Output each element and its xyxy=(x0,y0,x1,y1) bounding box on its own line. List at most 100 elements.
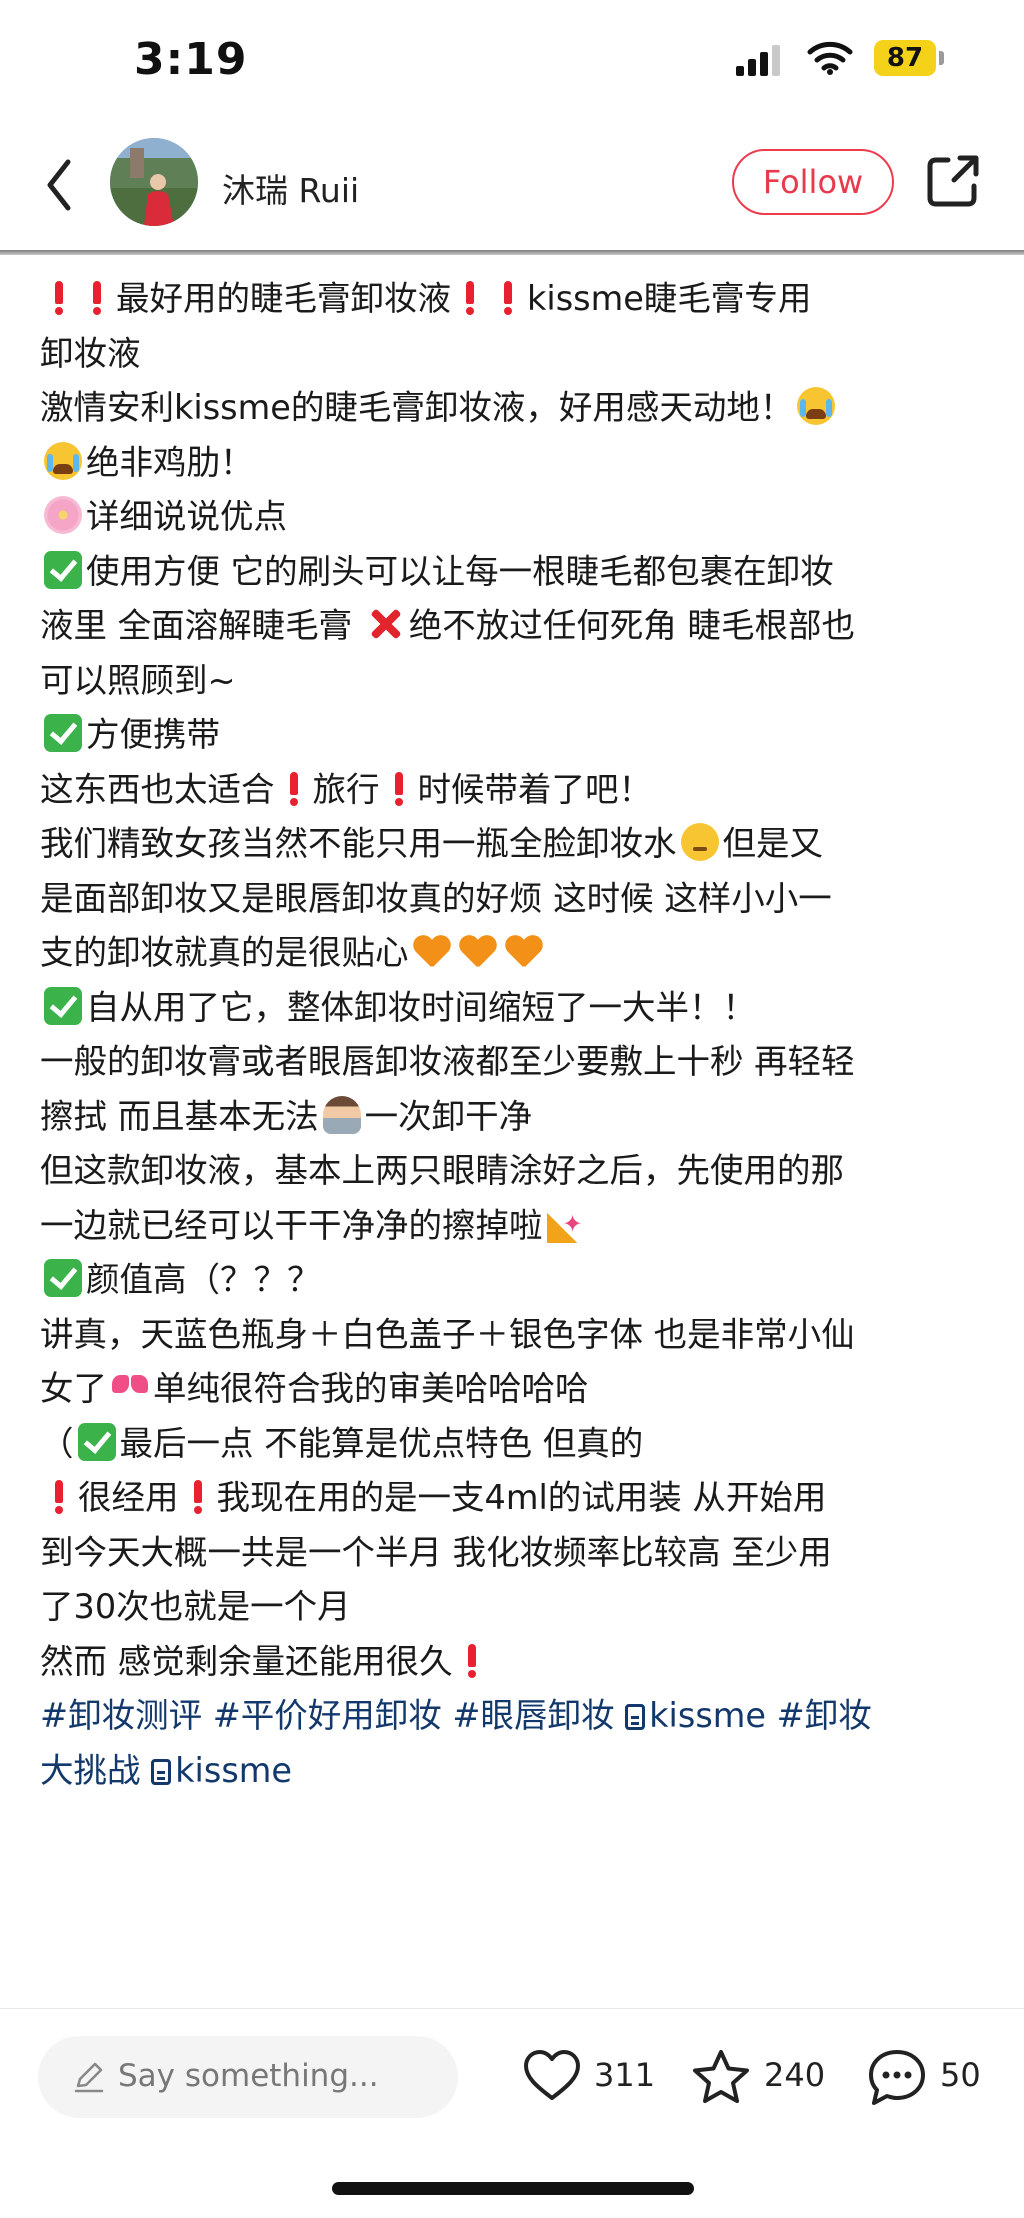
post-text-line: 到今天大概一共是一个半月 我化妆频率比较高 至少用 xyxy=(40,1526,992,1581)
post-text-segment: 一次卸干净 xyxy=(364,1096,533,1136)
crying-face-icon xyxy=(797,387,836,425)
red-exclamation-icon xyxy=(459,278,481,316)
battery-tip xyxy=(939,51,944,65)
post-text-line[interactable]: #卸妆测评 #平价好用卸妆 #眼唇卸妆 kissme #卸妆 xyxy=(40,1689,992,1744)
comment-count: 50 xyxy=(940,2056,981,2094)
thinking-face-icon xyxy=(680,823,719,861)
comment-button[interactable]: 50 xyxy=(866,2042,996,2112)
check-mark-icon xyxy=(44,1259,82,1297)
post-text-line: 讲真，天蓝色瓶身＋白色盖子＋银色字体 也是非常小仙 xyxy=(40,1308,992,1363)
post-text-segment: kissme睫毛膏专用 xyxy=(527,279,812,318)
post-text-segment: 单纯很符合我的审美哈哈哈哈 xyxy=(153,1369,589,1408)
orange-heart-icon xyxy=(459,932,497,970)
back-arrow-icon[interactable] xyxy=(38,150,82,220)
post-text-segment: 女了 xyxy=(40,1369,107,1408)
post-text-line: 一般的卸妆膏或者眼唇卸妆液都至少要敷上十秒 再轻轻 xyxy=(40,1035,992,1090)
post-text-line: 这东西也太适合 旅行 时候带着了吧！ xyxy=(40,763,992,818)
post-text-line: （ 最后一点 不能算是优点特色 但真的 xyxy=(40,1417,992,1472)
red-exclamation-icon xyxy=(388,769,410,807)
post-text-segment: #卸妆测评 #平价好用卸妆 #眼唇卸妆 xyxy=(40,1696,626,1735)
post-text-line: 是面部卸妆又是眼唇卸妆真的好烦 这时候 这样小小一 xyxy=(40,872,992,927)
comment-input[interactable]: Say something... xyxy=(38,2036,458,2118)
post-text-line: 可以照顾到~ xyxy=(40,654,992,709)
post-text-segment: 激情安利kissme的睫毛膏卸妆液，好用感天动地！ xyxy=(40,388,794,427)
post-text-line: 了30次也就是一个月 xyxy=(40,1580,992,1635)
post-text-segment: 使用方便 它的刷头可以让每一根睫毛都包裹在卸妆 xyxy=(86,551,834,591)
post-text-segment: 自从用了它，整体卸妆时间缩短了一大半！！ xyxy=(86,987,756,1027)
post-text-line: 方便携带 xyxy=(40,708,992,763)
post-text-line: 最好用的睫毛膏卸妆液 kissme睫毛膏专用 xyxy=(40,272,992,327)
post-text-line: 颜值高（？？？ xyxy=(40,1253,992,1308)
heart-icon xyxy=(524,2050,580,2100)
post-text-line: 自从用了它，整体卸妆时间缩短了一大半！！ xyxy=(40,981,992,1036)
post-text-segment: 大挑战 xyxy=(40,1750,152,1790)
battery-level: 87 xyxy=(886,43,924,73)
party-popper-icon xyxy=(546,1197,585,1251)
post-text-segment: 这东西也太适合 xyxy=(40,769,275,809)
post-text-segment: 到今天大概一共是一个半月 我化妆频率比较高 至少用 xyxy=(40,1532,832,1572)
post-text-segment: 绝非鸡肋！ xyxy=(86,442,254,482)
post-text-segment: 是面部卸妆又是眼唇卸妆真的好烦 这时候 这样小小一 xyxy=(40,878,832,918)
red-exclamation-icon xyxy=(283,769,305,807)
author-avatar[interactable] xyxy=(110,138,198,226)
post-text-segment: 一般的卸妆膏或者眼唇卸妆液都至少要敷上十秒 再轻轻 xyxy=(40,1042,855,1081)
post-text-segment: （ xyxy=(40,1423,74,1463)
post-text-segment: 我现在用的是一支4ml的试用装 从开始用 xyxy=(216,1478,827,1517)
bottom-divider xyxy=(0,2008,1024,2009)
post-text-line[interactable]: 大挑战 kissme xyxy=(40,1744,992,1799)
topic-icon xyxy=(151,1758,172,1785)
post-header: 沐瑞 Ruii Follow xyxy=(0,130,1024,250)
ribbon-icon xyxy=(111,1368,149,1406)
cherry-blossom-icon xyxy=(44,496,82,534)
orange-heart-icon xyxy=(505,932,543,970)
post-text-segment: 我们精致女孩当然不能只用一瓶全脸卸妆水 xyxy=(40,824,677,863)
post-text-segment: 详细说说优点 xyxy=(86,497,287,536)
post-text-segment: 讲真，天蓝色瓶身＋白色盖子＋银色字体 也是非常小仙 xyxy=(40,1314,855,1354)
collect-button[interactable]: 240 xyxy=(690,2042,830,2112)
post-text-line: 绝非鸡肋！ xyxy=(40,436,992,491)
post-text-segment: 时候带着了吧！ xyxy=(417,769,653,809)
post-text-line: 卸妆液 xyxy=(40,327,992,382)
post-text-segment: 绝不放过任何死角 睫毛根部也 xyxy=(408,606,855,645)
post-text-segment: 很经用 xyxy=(78,1478,179,1517)
red-exclamation-icon xyxy=(48,1477,70,1515)
header-divider xyxy=(0,250,1024,255)
post-text-segment: 旅行 xyxy=(312,769,380,809)
post-text-line: 擦拭 而且基本无法 一次卸干净 xyxy=(40,1090,992,1145)
post-text-line: 一边就已经可以干干净净的擦掉啦 xyxy=(40,1197,992,1254)
like-button[interactable]: 311 xyxy=(522,2042,656,2112)
post-text-line: 使用方便 它的刷头可以让每一根睫毛都包裹在卸妆 xyxy=(40,545,992,600)
comment-placeholder: Say something... xyxy=(118,2058,379,2094)
post-text-segment: 颜值高（？？？ xyxy=(86,1260,321,1299)
post-text-line: 液里 全面溶解睫毛膏 绝不放过任何死角 睫毛根部也 xyxy=(40,599,992,654)
post-text-line: 激情安利kissme的睫毛膏卸妆液，好用感天动地！ xyxy=(40,381,992,436)
pencil-icon xyxy=(74,2062,104,2093)
crying-face-icon xyxy=(44,441,82,480)
status-bar: 3:19 87 xyxy=(0,0,1024,120)
orange-heart-icon xyxy=(413,932,451,970)
like-count: 311 xyxy=(594,2056,656,2094)
share-icon[interactable] xyxy=(924,152,982,210)
post-text-line: 我们精致女孩当然不能只用一瓶全脸卸妆水 但是又 xyxy=(40,817,992,872)
post-text-segment: 了30次也就是一个月 xyxy=(40,1587,351,1626)
star-icon xyxy=(693,2050,749,2103)
person-crossing-arms-icon xyxy=(322,1095,361,1134)
wifi-icon xyxy=(807,41,853,75)
check-mark-icon xyxy=(77,1422,116,1461)
red-exclamation-icon xyxy=(187,1477,209,1515)
status-time: 3:19 xyxy=(134,34,248,85)
author-name[interactable]: 沐瑞 Ruii xyxy=(222,164,359,212)
post-text-segment: 方便携带 xyxy=(86,715,220,754)
post-text-segment: 可以照顾到~ xyxy=(40,660,236,700)
check-mark-icon xyxy=(44,550,82,589)
post-text-segment: 最好用的睫毛膏卸妆液 xyxy=(116,279,451,318)
check-mark-icon xyxy=(44,714,82,752)
post-text-segment: 液里 全面溶解睫毛膏 xyxy=(40,606,363,645)
red-exclamation-icon xyxy=(497,278,519,316)
cellular-signal-icon xyxy=(736,44,780,76)
check-mark-icon xyxy=(44,986,82,1025)
follow-button[interactable]: Follow xyxy=(732,149,894,215)
avatar-photo-icon xyxy=(110,138,198,226)
post-text-line: 详细说说优点 xyxy=(40,490,992,545)
speech-bubble-icon xyxy=(869,2050,925,2105)
